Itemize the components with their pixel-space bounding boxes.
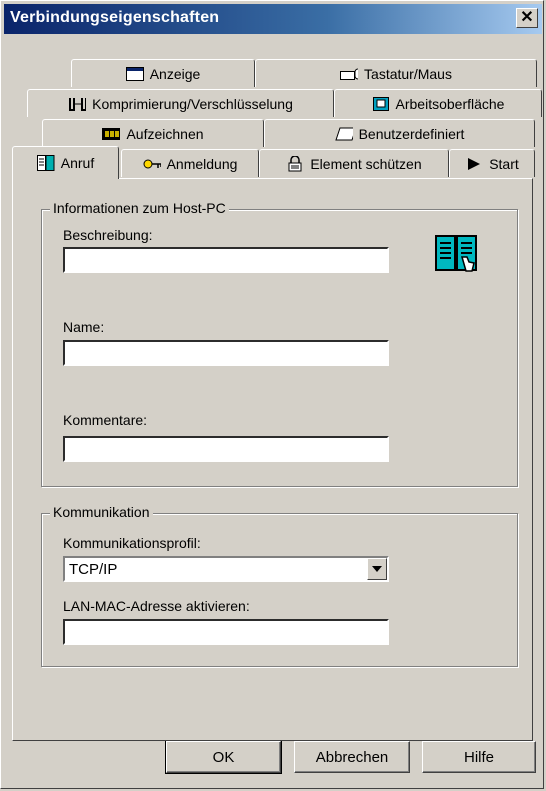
tab-element-schuetzen[interactable]: Element schützen — [259, 149, 449, 177]
play-icon — [465, 156, 483, 172]
comments-field[interactable] — [63, 436, 389, 462]
window-title: Verbindungseigenschaften — [10, 9, 220, 26]
record-icon — [102, 126, 121, 142]
tab-label: Anzeige — [149, 65, 201, 82]
tab-benutzerdefiniert[interactable]: Benutzerdefiniert — [264, 119, 535, 147]
tab-label: Anmeldung — [166, 155, 238, 172]
tab-label: Benutzerdefiniert — [358, 125, 465, 142]
host-info-legend: Informationen zum Host-PC — [50, 200, 229, 216]
close-button[interactable]: ✕ — [516, 8, 538, 28]
tab-komprimierung[interactable]: Komprimierung/Verschlüsselung — [27, 89, 334, 117]
tab-tastatur-maus[interactable]: Tastatur/Maus — [255, 59, 537, 87]
tab-label: Tastatur/Maus — [364, 65, 452, 82]
phonebook-large-icon — [435, 235, 477, 272]
tab-arbeitsoberflaeche[interactable]: Arbeitsoberfläche — [334, 89, 542, 117]
tab-label: Aufzeichnen — [126, 125, 204, 142]
description-field[interactable] — [63, 247, 389, 273]
communication-profile-select[interactable]: TCP/IP — [63, 556, 389, 582]
cancel-button[interactable]: Abbrechen — [294, 741, 410, 773]
keyboard-mouse-icon — [340, 66, 359, 82]
tab-anzeige[interactable]: Anzeige — [71, 59, 255, 87]
tab-label: Element schützen — [310, 155, 422, 172]
compression-icon — [68, 96, 87, 112]
close-icon: ✕ — [520, 9, 534, 26]
custom-icon — [334, 126, 353, 142]
lan-mac-label: LAN-MAC-Adresse aktivieren: — [63, 598, 250, 614]
title-bar[interactable]: Verbindungseigenschaften ✕ — [4, 4, 542, 34]
dialog-window: Verbindungseigenschaften ✕ Anzeige Tasta… — [0, 0, 544, 789]
ok-button[interactable]: OK — [165, 740, 282, 774]
lan-mac-field[interactable] — [63, 619, 389, 645]
communication-profile-label: Kommunikationsprofil: — [63, 535, 201, 551]
phonebook-icon — [36, 155, 55, 171]
tab-label: Arbeitsoberfläche — [395, 95, 505, 112]
tab-label: Komprimierung/Verschlüsselung — [92, 95, 293, 112]
name-label: Name: — [63, 319, 105, 335]
communication-profile-value: TCP/IP — [69, 561, 118, 578]
desktop-icon — [372, 96, 390, 112]
communication-legend: Kommunikation — [50, 504, 153, 520]
lock-icon — [286, 155, 304, 172]
chevron-down-icon — [372, 566, 382, 572]
tab-aufzeichnen[interactable]: Aufzeichnen — [42, 119, 264, 147]
name-field[interactable] — [63, 340, 389, 366]
dropdown-arrow-button[interactable] — [367, 558, 387, 580]
tab-start[interactable]: Start — [449, 149, 535, 177]
monitor-icon — [125, 66, 144, 82]
tab-label: Anruf — [60, 155, 95, 171]
key-icon — [143, 156, 161, 172]
tab-label: Start — [489, 155, 519, 172]
tab-anmeldung[interactable]: Anmeldung — [121, 149, 259, 177]
tab-anruf[interactable]: Anruf — [12, 146, 119, 179]
description-label: Beschreibung: — [63, 227, 153, 243]
comments-label: Kommentare: — [63, 412, 148, 428]
help-button[interactable]: Hilfe — [422, 741, 536, 773]
